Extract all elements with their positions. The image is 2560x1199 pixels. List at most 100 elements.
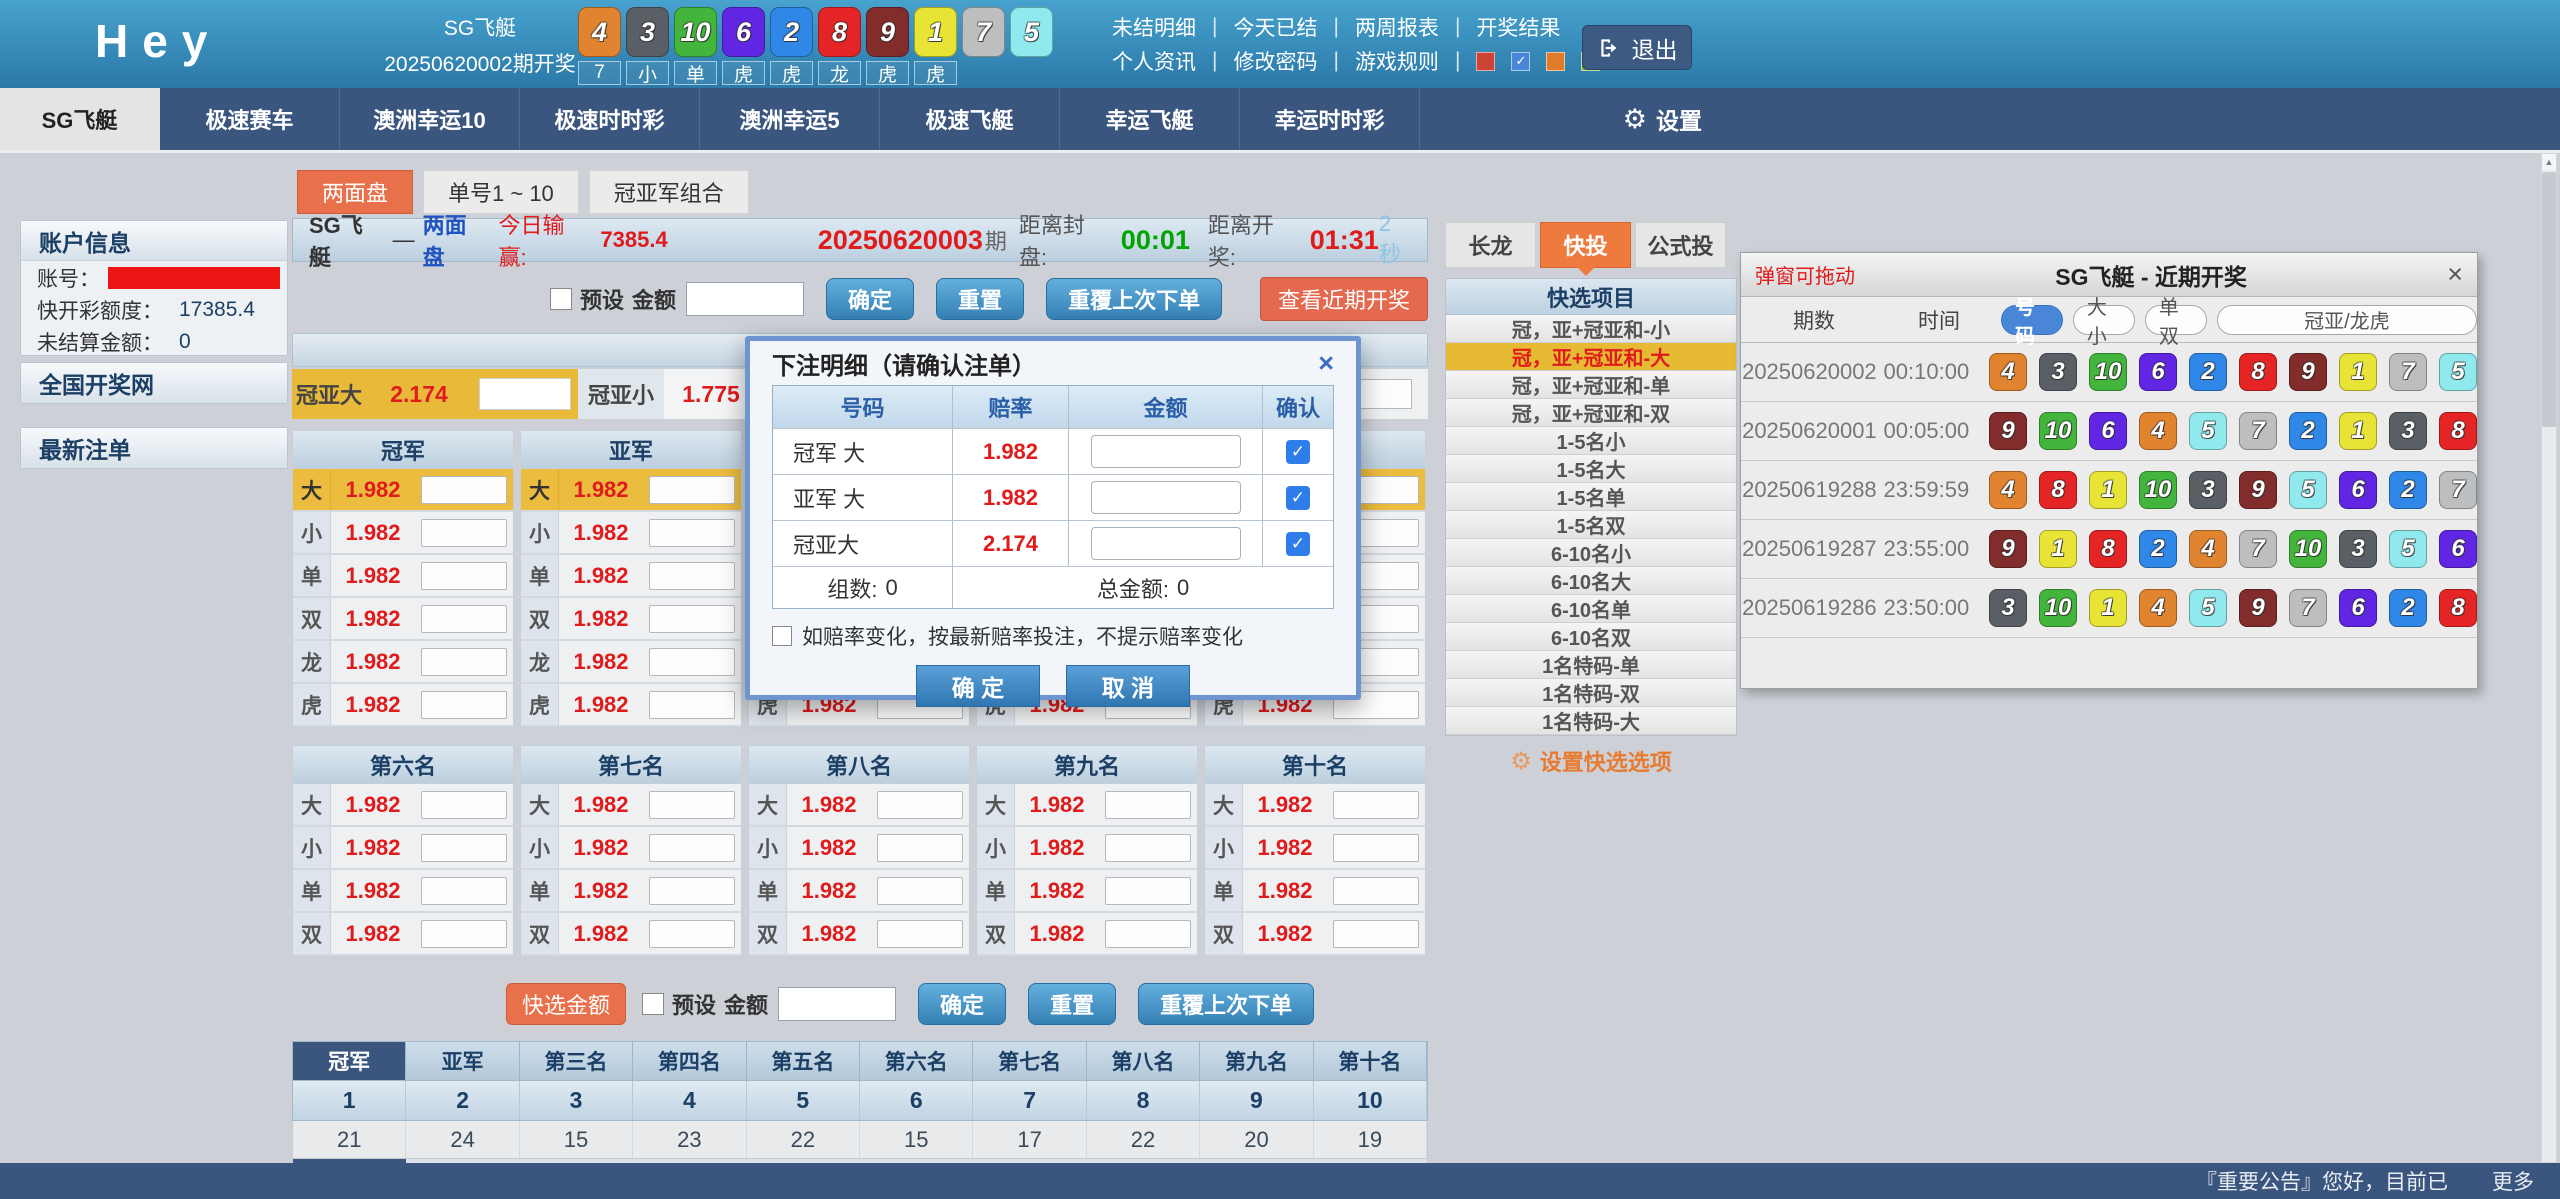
confirm-checkbox[interactable]: ✓ [1286,486,1310,510]
quick-select-item-4[interactable]: 冠，亚+冠亚和-双 [1446,399,1736,427]
bet-amount-input[interactable] [649,834,735,862]
odds-change-checkbox[interactable] [772,626,792,646]
bet-amount-input[interactable] [1333,791,1419,819]
reset-button[interactable]: 重置 [936,278,1024,320]
bet-amount-input[interactable] [1105,920,1191,948]
quick-tab-1[interactable]: 长龙 [1445,222,1536,268]
logout-button[interactable]: 退出 [1582,25,1692,70]
bet-amount-input[interactable] [421,605,507,633]
quick-select-item-2[interactable]: 冠，亚+冠亚和-大 [1446,343,1736,371]
top-link-2[interactable]: 今天已结 [1233,12,1317,42]
preset-checkbox[interactable] [642,993,664,1015]
quick-select-item-7[interactable]: 1-5名单 [1446,483,1736,511]
bet-cell-亚军-龙[interactable]: 龙1.982 [521,641,741,684]
view-pill-4[interactable]: 冠亚/龙虎 [2217,305,2477,335]
bet-cell-冠军-虎[interactable]: 虎1.982 [293,684,513,727]
bet-cell-亚军-双[interactable]: 双1.982 [521,598,741,641]
nav-tab-8[interactable]: 幸运时时彩 [1240,88,1420,150]
latest-bets-panel[interactable]: 最新注单 [20,427,288,469]
bet-amount-input[interactable] [1333,834,1419,862]
preset-checkbox[interactable] [550,288,572,310]
quick-amount-button[interactable]: 快选金额 [506,983,626,1025]
bet-amount-input[interactable] [877,920,963,948]
theme-color-swatch-2[interactable]: ✓ [1511,52,1530,71]
bet-amount-input[interactable] [649,791,735,819]
bet-cell-第十名-大[interactable]: 大1.982 [1205,784,1425,827]
nav-tab-1[interactable]: SG飞艇 [0,88,160,150]
bet-amount-input[interactable] [649,519,735,547]
modal-amount-input[interactable] [1091,527,1241,560]
stats-tab-5[interactable]: 第五名 [747,1042,860,1080]
bet-cell-冠军-大[interactable]: 大1.982 [293,469,513,512]
quick-select-item-11[interactable]: 6-10名单 [1446,595,1736,623]
reset-button[interactable]: 重置 [1028,983,1116,1025]
bet-cell-亚军-大[interactable]: 大1.982 [521,469,741,512]
scrollbar-thumb[interactable] [2542,172,2556,427]
stats-tab-8[interactable]: 第八名 [1087,1042,1200,1080]
bet-cell-冠军-龙[interactable]: 龙1.982 [293,641,513,684]
quick-select-item-15[interactable]: 1名特码-大 [1446,707,1736,735]
bet-cell-第九名-双[interactable]: 双1.982 [977,913,1197,956]
stats-tab-9[interactable]: 第九名 [1200,1042,1313,1080]
bet-amount-input[interactable] [421,791,507,819]
bet-amount-input[interactable] [877,834,963,862]
repeat-last-bet-button[interactable]: 重覆上次下单 [1138,983,1314,1025]
quick-tab-3[interactable]: 公式投 [1635,222,1726,268]
quick-select-item-14[interactable]: 1名特码-双 [1446,679,1736,707]
quick-select-item-10[interactable]: 6-10名大 [1446,567,1736,595]
top-link-3[interactable]: 游戏规则 [1355,46,1439,76]
top-link-3[interactable]: 两周报表 [1355,12,1439,42]
theme-color-swatch-3[interactable] [1546,52,1565,71]
bet-cell-第六名-小[interactable]: 小1.982 [293,827,513,870]
national-draws-panel[interactable]: 全国开奖网 [20,362,288,404]
confirm-button[interactable]: 确定 [826,278,914,320]
bet-amount-input[interactable] [1105,877,1191,905]
view-pill-1[interactable]: 号码 [2001,305,2063,335]
view-recent-draws-button[interactable]: 查看近期开奖 [1260,277,1428,321]
close-icon[interactable]: × [1318,350,1334,377]
modal-amount-input[interactable] [1091,435,1241,468]
bet-cell-第十名-双[interactable]: 双1.982 [1205,913,1425,956]
view-pill-2[interactable]: 大小 [2073,305,2135,335]
bet-amount-input[interactable] [421,691,507,719]
bet-amount-input[interactable] [421,920,507,948]
top-link-1[interactable]: 个人资讯 [1112,46,1196,76]
stats-tab-6[interactable]: 第六名 [860,1042,973,1080]
bet-cell-亚军-单[interactable]: 单1.982 [521,555,741,598]
bet-amount-input[interactable] [1333,877,1419,905]
bet-amount-input[interactable] [1105,834,1191,862]
quick-select-item-8[interactable]: 1-5名双 [1446,511,1736,539]
bet-cell-冠军-单[interactable]: 单1.982 [293,555,513,598]
bet-cell-guanya-big[interactable]: 冠亚大 [292,369,366,419]
nav-tab-2[interactable]: 极速赛车 [160,88,340,150]
quick-select-item-3[interactable]: 冠，亚+冠亚和-单 [1446,371,1736,399]
bet-amount-input[interactable] [649,605,735,633]
stats-tab-2[interactable]: 亚军 [406,1042,519,1080]
stats-tab-1[interactable]: 冠军 [293,1042,406,1080]
bet-cell-第八名-大[interactable]: 大1.982 [749,784,969,827]
stats-tab-3[interactable]: 第三名 [520,1042,633,1080]
quick-select-item-1[interactable]: 冠，亚+冠亚和-小 [1446,315,1736,343]
stats-tab-4[interactable]: 第四名 [633,1042,746,1080]
bet-cell-第七名-单[interactable]: 单1.982 [521,870,741,913]
bet-amount-input[interactable] [421,562,507,590]
bet-cell-第九名-大[interactable]: 大1.982 [977,784,1197,827]
bet-cell-第九名-单[interactable]: 单1.982 [977,870,1197,913]
bet-cell-第八名-小[interactable]: 小1.982 [749,827,969,870]
quick-select-item-6[interactable]: 1-5名大 [1446,455,1736,483]
stats-tab-7[interactable]: 第七名 [973,1042,1086,1080]
bet-amount-input[interactable] [421,476,507,504]
bet-amount-input[interactable] [421,877,507,905]
quick-select-item-13[interactable]: 1名特码-单 [1446,651,1736,679]
bet-cell-第十名-小[interactable]: 小1.982 [1205,827,1425,870]
view-pill-3[interactable]: 单双 [2145,305,2207,335]
top-link-2[interactable]: 修改密码 [1233,46,1317,76]
bet-cell-guanya-small[interactable]: 冠亚小 [578,369,664,419]
bet-amount-input[interactable] [649,691,735,719]
bet-amount-input[interactable] [877,877,963,905]
bet-cell-亚军-虎[interactable]: 虎1.982 [521,684,741,727]
nav-tab-6[interactable]: 极速飞艇 [880,88,1060,150]
top-link-1[interactable]: 未结明细 [1112,12,1196,42]
announcement-more-link[interactable]: 更多 [2492,1166,2534,1196]
modal-amount-input[interactable] [1091,481,1241,514]
